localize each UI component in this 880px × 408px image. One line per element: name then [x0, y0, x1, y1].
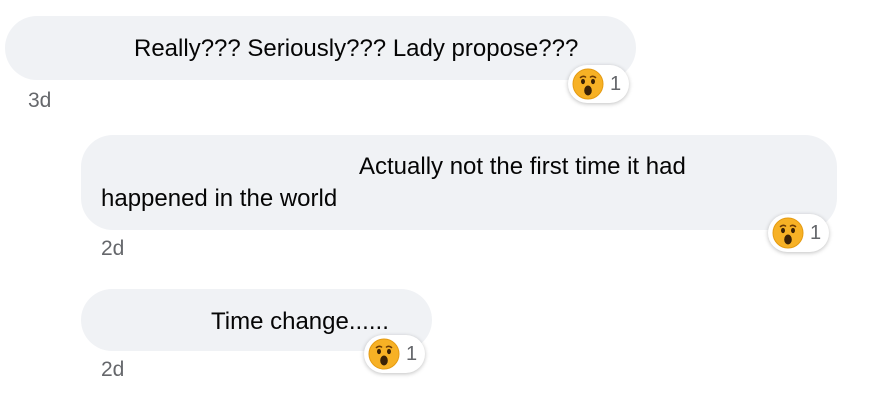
reaction-count: 1 — [406, 343, 418, 365]
reaction-badge[interactable]: 1 — [364, 335, 426, 373]
comment-3: Time change...... 1 2d — [0, 0, 880, 400]
comment-timestamp[interactable]: 2d — [101, 358, 124, 382]
comment-text: Time change...... — [211, 308, 389, 335]
wow-emoji-icon — [368, 338, 400, 370]
